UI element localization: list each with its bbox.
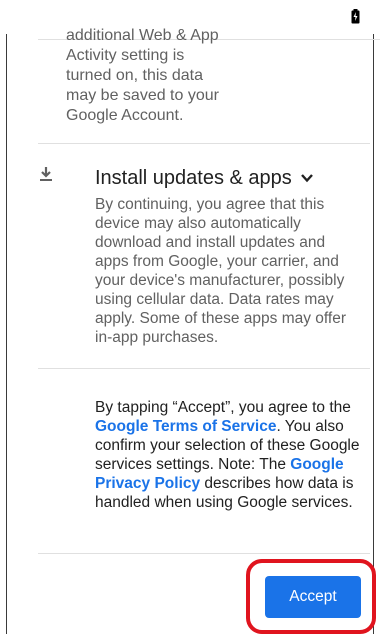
section-divider [38,368,370,369]
previous-text-line: additional Web & App [66,27,219,44]
download-icon [40,167,52,181]
terms-of-service-link[interactable]: Google Terms of Service [95,418,276,435]
previous-text-line: may be saved to your [66,87,219,104]
legal-text: By tapping “Accept”, you agree to the Go… [95,398,363,512]
device-frame-right [373,0,374,634]
install-updates-header[interactable]: Install updates & apps [95,166,314,190]
previous-text-line: turned on, this data [66,67,203,84]
battery-charging-icon [351,9,360,24]
previous-text-line: Activity setting is [66,47,185,64]
accept-button[interactable]: Accept [265,576,361,618]
previous-text-line: Google Account. [66,107,184,124]
section-divider [38,143,370,144]
section-description: By continuing, you agree that this devic… [95,196,347,346]
device-frame-left [6,0,7,634]
section-divider [38,553,370,554]
google-services-screen: additional Web & App Activity setting is… [0,0,380,634]
previous-section-text: additional Web & App Activity setting is… [66,26,296,126]
legal-text-part: By tapping “Accept”, you agree to the [95,399,351,416]
section-title: Install updates & apps [95,167,292,189]
chevron-down-icon[interactable] [300,171,314,185]
